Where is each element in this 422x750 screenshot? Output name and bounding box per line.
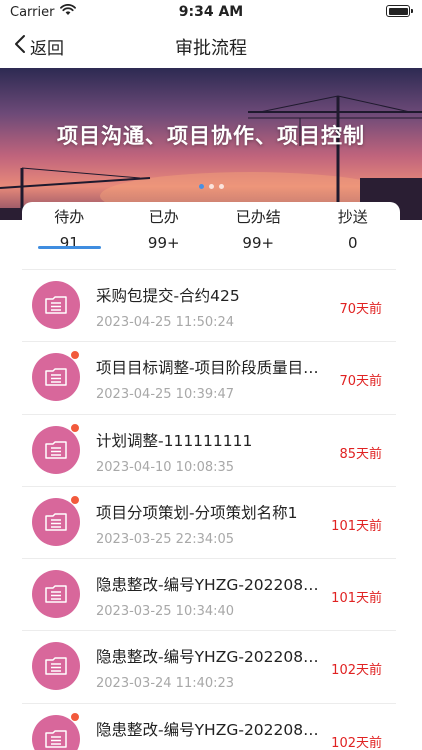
list-item[interactable]: 隐患整改-编号YHZG-20220810001 2023-03-25 10:34… <box>22 558 396 630</box>
active-tab-indicator <box>38 246 101 249</box>
battery-icon <box>386 5 413 17</box>
status-time: 9:34 AM <box>178 4 244 20</box>
list-item[interactable]: 计划调整-111111111 2023-04-10 10:08:35 85天前 <box>22 413 396 486</box>
tab-todo[interactable]: 待办 91 <box>22 202 117 268</box>
document-list-icon <box>32 570 80 619</box>
nav-bar: 返回 审批流程 <box>0 24 422 68</box>
item-title: 隐患整改-编号YHZG-20220810001 <box>96 576 326 595</box>
item-title: 采购包提交-合约425 <box>96 287 240 305</box>
list-item[interactable]: 采购包提交-合约425 2023-04-25 11:50:24 70天前 <box>22 269 396 341</box>
tab-cc[interactable]: 抄送 0 <box>306 202 401 268</box>
carousel-dot[interactable] <box>208 184 214 189</box>
item-ago: 70天前 <box>339 302 382 317</box>
list-item[interactable]: 项目分项策划-分项策划名称1 2023-03-25 22:34:05 101天前 <box>22 485 396 558</box>
item-ago: 101天前 <box>331 518 382 534</box>
document-list-icon <box>32 642 80 691</box>
list-item[interactable]: 隐患整改-编号YHZG-20220810002 2023-03-24 11:40… <box>22 630 396 702</box>
tab-count: 99+ <box>147 234 180 252</box>
item-ago: 70天前 <box>339 374 382 390</box>
tab-label: 待办 <box>54 208 85 226</box>
item-time: 2023-03-24 11:40:23 <box>96 676 235 692</box>
carousel-indicator <box>0 184 422 189</box>
approval-list: 采购包提交-合约425 2023-04-25 11:50:24 70天前 项目目… <box>22 269 396 750</box>
tab-done[interactable]: 已办 99+ <box>117 202 212 268</box>
item-title: 隐患整改-编号YHZG-20220810003 <box>96 720 326 739</box>
tab-count: 99+ <box>242 234 275 252</box>
tab-label: 已办 <box>148 208 179 226</box>
item-ago: 101天前 <box>331 591 382 607</box>
item-ago: 102天前 <box>331 663 382 679</box>
status-bar: Carrier 9:34 AM <box>0 0 422 24</box>
list-item[interactable]: 隐患整改-编号YHZG-20220810003 102天前 <box>22 702 396 750</box>
tab-label: 抄送 <box>337 208 368 226</box>
item-time: 2023-04-25 11:50:24 <box>96 315 235 330</box>
page-title: 审批流程 <box>175 38 247 59</box>
banner-text: 项目沟通、项目协作、项目控制 <box>57 124 365 148</box>
tab-label: 已办结 <box>235 208 281 226</box>
carousel-dot[interactable] <box>218 184 224 189</box>
document-list-icon <box>32 353 80 402</box>
item-time: 2023-03-25 22:34:05 <box>96 531 235 547</box>
item-title: 项目目标调整-项目阶段质量目标调整 <box>96 359 326 378</box>
unread-dot <box>70 711 80 722</box>
tab-count: 0 <box>347 234 358 252</box>
banner-carousel[interactable]: 项目沟通、项目协作、项目控制 <box>0 68 422 220</box>
document-list-icon <box>32 497 80 546</box>
item-ago: 102天前 <box>331 735 382 750</box>
unread-dot <box>70 494 80 505</box>
unread-dot <box>70 422 80 433</box>
tab-count: 91 <box>59 234 79 252</box>
item-title: 计划调整-111111111 <box>96 431 253 450</box>
item-time: 2023-04-10 10:08:35 <box>96 459 235 475</box>
document-list-icon <box>32 281 80 329</box>
document-list-icon <box>32 425 80 474</box>
item-time: 2023-04-25 10:39:47 <box>96 387 235 403</box>
item-time: 2023-03-25 10:34:40 <box>96 604 235 620</box>
tab-closed[interactable]: 已办结 99+ <box>211 202 306 268</box>
list-item[interactable]: 项目目标调整-项目阶段质量目标调整 2023-04-25 10:39:47 70… <box>22 341 396 413</box>
item-ago: 85天前 <box>339 446 382 462</box>
carousel-dot[interactable] <box>198 184 204 189</box>
item-title: 项目分项策划-分项策划名称1 <box>96 503 298 522</box>
unread-dot <box>70 350 80 361</box>
tab-bar: 待办 91 已办 99+ 已办结 99+ 抄送 0 <box>22 202 400 268</box>
item-title: 隐患整改-编号YHZG-20220810002 <box>96 648 326 667</box>
